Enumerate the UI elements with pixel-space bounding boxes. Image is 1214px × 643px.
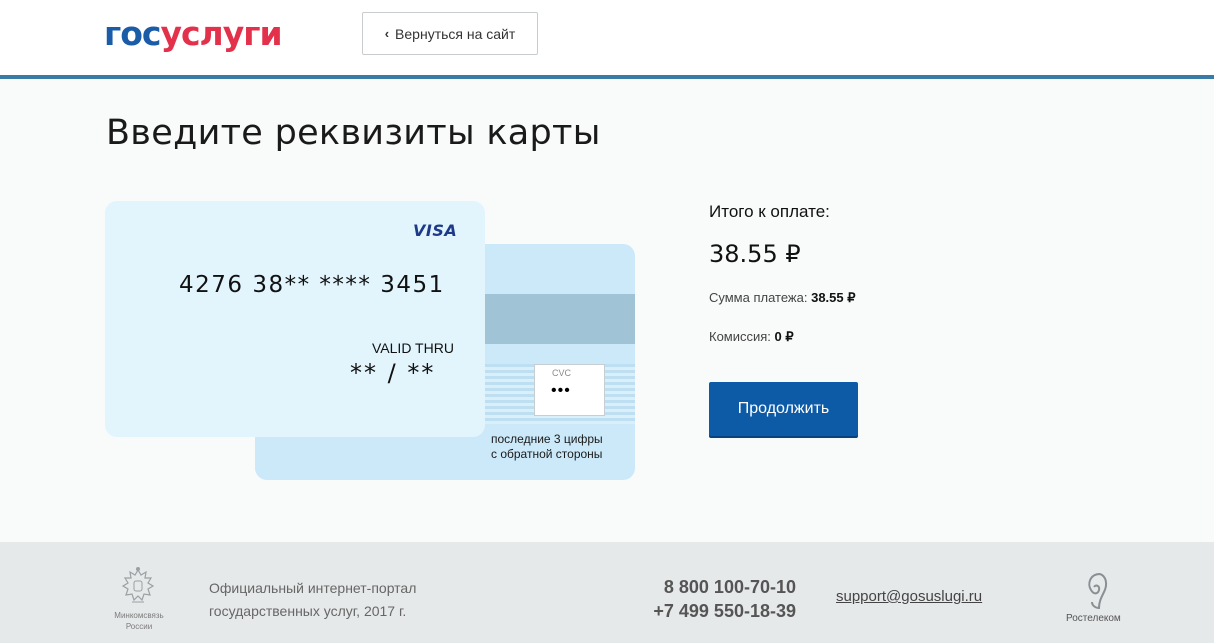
portal-line1: Официальный интернет-портал bbox=[209, 580, 417, 596]
fee-line: Комиссия: 0 ₽ bbox=[709, 329, 794, 345]
ministry-line2: России bbox=[125, 622, 153, 631]
payment-sum-line: Сумма платежа: 38.55 ₽ bbox=[709, 290, 856, 306]
phone-1[interactable]: 8 800 100-70-10 bbox=[630, 575, 796, 599]
phone-2[interactable]: +7 499 550-18-39 bbox=[630, 599, 796, 623]
fee-value: 0 ₽ bbox=[774, 329, 794, 344]
total-value: 38.55 ₽ bbox=[709, 240, 801, 268]
valid-thru-value: ** / ** bbox=[350, 359, 436, 387]
visa-logo-icon: VISA bbox=[413, 221, 458, 240]
fee-label: Комиссия: bbox=[709, 329, 771, 344]
valid-thru-label: VALID THRU bbox=[372, 340, 454, 356]
continue-button[interactable]: Продолжить bbox=[709, 382, 858, 436]
back-to-site-button[interactable]: ‹ Вернуться на сайт bbox=[362, 12, 538, 55]
portal-line2: государственных услуг, 2017 г. bbox=[209, 603, 407, 619]
card-front-illustration: VISA 4276 38** **** 3451 VALID THRU ** /… bbox=[105, 201, 485, 437]
card-number: 4276 38** **** 3451 bbox=[179, 272, 445, 298]
cvc-label: CVC bbox=[552, 368, 572, 378]
cvc-hint-line2: с обратной стороны bbox=[491, 447, 603, 461]
cvc-hint-line1: последние 3 цифры bbox=[491, 432, 603, 446]
ministry-line1: Минкомсвязь bbox=[114, 611, 164, 620]
logo-part-gos: гос bbox=[104, 14, 161, 53]
support-phones: 8 800 100-70-10 +7 499 550-18-39 bbox=[630, 575, 796, 623]
payment-sum-value: 38.55 ₽ bbox=[811, 290, 856, 305]
header: госуслуги ‹ Вернуться на сайт bbox=[0, 0, 1214, 79]
cvc-hint: последние 3 цифры с обратной стороны bbox=[491, 432, 603, 462]
chevron-left-icon: ‹ bbox=[384, 26, 390, 41]
ministry-caption: Минкомсвязь России bbox=[103, 610, 175, 632]
support-email-link[interactable]: support@gosuslugi.ru bbox=[836, 588, 982, 605]
portal-description: Официальный интернет-портал государствен… bbox=[209, 577, 416, 623]
total-label: Итого к оплате: bbox=[709, 202, 830, 221]
page-title: Введите реквизиты карты bbox=[106, 113, 601, 153]
cvc-value: ••• bbox=[551, 382, 571, 399]
coat-of-arms-icon bbox=[121, 567, 155, 603]
footer: Минкомсвязь России Официальный интернет-… bbox=[0, 542, 1214, 643]
gosuslugi-logo[interactable]: госуслуги bbox=[104, 14, 283, 54]
rostelecom-logo-icon[interactable] bbox=[1082, 570, 1110, 612]
cvc-box: CVC ••• bbox=[534, 364, 605, 416]
logo-part-uslugi: услуги bbox=[160, 14, 282, 53]
back-to-site-label: Вернуться на сайт bbox=[395, 25, 516, 42]
rostelecom-name: Ростелеком bbox=[1066, 613, 1121, 624]
payment-sum-label: Сумма платежа: bbox=[709, 290, 808, 305]
